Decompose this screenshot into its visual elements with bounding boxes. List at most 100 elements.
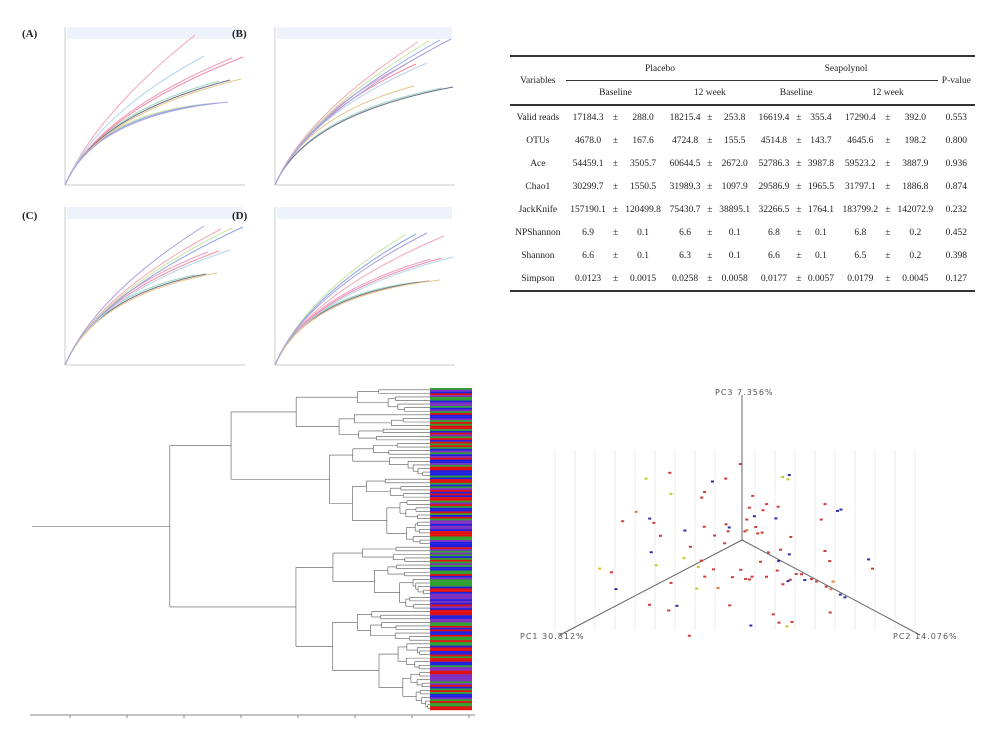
pm: ±	[796, 135, 802, 146]
sample-color-stripe	[430, 396, 472, 399]
sample-color-stripe	[430, 579, 472, 582]
sample-point	[644, 477, 648, 480]
sample-point	[776, 505, 780, 508]
mean: 54459.1	[572, 158, 604, 169]
sample-color-stripe	[430, 484, 472, 487]
sample-color-stripe	[430, 438, 472, 441]
plot-header-band	[277, 27, 452, 39]
sample-point	[759, 560, 763, 563]
rarefaction-curve	[64, 79, 231, 186]
sample-point	[688, 545, 692, 548]
sample-color-stripe	[430, 393, 472, 396]
sample-color-stripe	[430, 491, 472, 494]
sample-color-stripe	[430, 391, 472, 394]
sample-point	[867, 558, 871, 561]
sd: 143.7	[810, 135, 832, 146]
subheader: 12 week	[871, 87, 904, 98]
sd: 0.2	[909, 227, 922, 238]
sample-color-stripe	[430, 468, 472, 471]
table-row: Simpson 0.0123 ±0.0015 0.0258 ±0.0058 0.0177 ±…	[510, 267, 975, 291]
mean: 0.0258	[671, 273, 699, 284]
sample-point	[871, 567, 875, 570]
sample-color-stripe	[430, 665, 472, 668]
subheader: 12 week	[693, 87, 726, 98]
sample-point	[609, 571, 613, 574]
sample-color-stripe	[430, 516, 472, 519]
sample-color-stripe	[430, 706, 472, 709]
sample-color-stripe	[430, 443, 472, 446]
header-placebo: Placebo	[565, 56, 755, 81]
sample-point	[614, 588, 618, 591]
sample-color-stripe	[430, 616, 472, 619]
rarefaction-curve	[274, 85, 415, 186]
sample-color-stripe	[430, 683, 472, 686]
sample-point	[760, 531, 764, 534]
sample-color-stripe	[430, 416, 472, 419]
sd: 0.1	[637, 250, 649, 261]
sample-point	[649, 551, 653, 554]
sample-color-stripe	[430, 622, 472, 625]
mean: 75430.7	[669, 204, 701, 215]
sample-point	[668, 471, 672, 474]
sample-color-stripe	[430, 418, 472, 421]
dendrogram	[30, 388, 475, 718]
mean: 6.6	[768, 250, 780, 261]
sample-color-stripe	[430, 493, 472, 496]
rarefaction-curve	[64, 274, 196, 366]
sample-color-stripe	[430, 527, 472, 530]
row-label: Simpson	[521, 273, 555, 284]
sample-color-stripe	[430, 676, 472, 678]
pm: ±	[796, 273, 802, 284]
rarefaction-curve	[274, 258, 432, 366]
header-pvalue: P-value	[937, 56, 975, 106]
pm: ±	[885, 158, 891, 169]
sd: 3505.7	[629, 158, 657, 169]
pm: ±	[796, 181, 802, 192]
sample-point	[761, 509, 765, 512]
mean: 31989.3	[669, 181, 701, 192]
sample-color-stripe	[430, 395, 472, 398]
sd: 1550.5	[629, 181, 657, 192]
mean: 16619.4	[758, 112, 790, 123]
sample-color-stripe	[430, 600, 472, 603]
mean: 18215.4	[669, 112, 701, 123]
sample-point	[750, 575, 754, 578]
sample-point	[675, 604, 679, 607]
sample-point	[781, 583, 785, 586]
pm: ±	[885, 204, 891, 215]
rarefaction-panel	[64, 27, 245, 186]
pm: ±	[707, 273, 713, 284]
sample-point	[747, 578, 751, 581]
sample-point	[703, 575, 707, 578]
sample-point	[710, 480, 714, 483]
sample-color-stripe	[430, 536, 472, 539]
sample-color-stripe	[430, 457, 472, 460]
sample-point	[738, 463, 742, 466]
sd: 120499.8	[625, 204, 661, 215]
sample-point	[814, 580, 818, 583]
sample-point	[598, 567, 602, 570]
sample-color-stripe	[430, 409, 472, 412]
sample-color-stripe	[430, 547, 472, 550]
sample-point	[843, 596, 847, 599]
sample-color-stripe	[430, 640, 472, 643]
sample-color-stripe	[430, 513, 472, 516]
sample-point	[724, 523, 728, 526]
sample-color-stripe	[430, 654, 472, 657]
sample-color-stripe	[430, 448, 472, 451]
pm: ±	[885, 273, 891, 284]
sample-point	[634, 510, 638, 513]
sample-color-stripe	[430, 427, 472, 430]
p-value: 0.127	[945, 273, 967, 284]
sample-color-stripe	[430, 461, 472, 464]
sample-point	[823, 503, 827, 506]
rarefaction-panel	[64, 207, 245, 366]
sample-point	[703, 491, 707, 494]
sd: 0.0057	[807, 273, 835, 284]
rarefaction-curve	[274, 40, 430, 186]
row-label: Shannon	[521, 250, 555, 261]
sample-color-stripe	[430, 597, 472, 600]
header-variables: Variables	[510, 56, 566, 106]
sample-color-stripe	[430, 522, 472, 525]
mean: 17290.4	[844, 112, 876, 123]
